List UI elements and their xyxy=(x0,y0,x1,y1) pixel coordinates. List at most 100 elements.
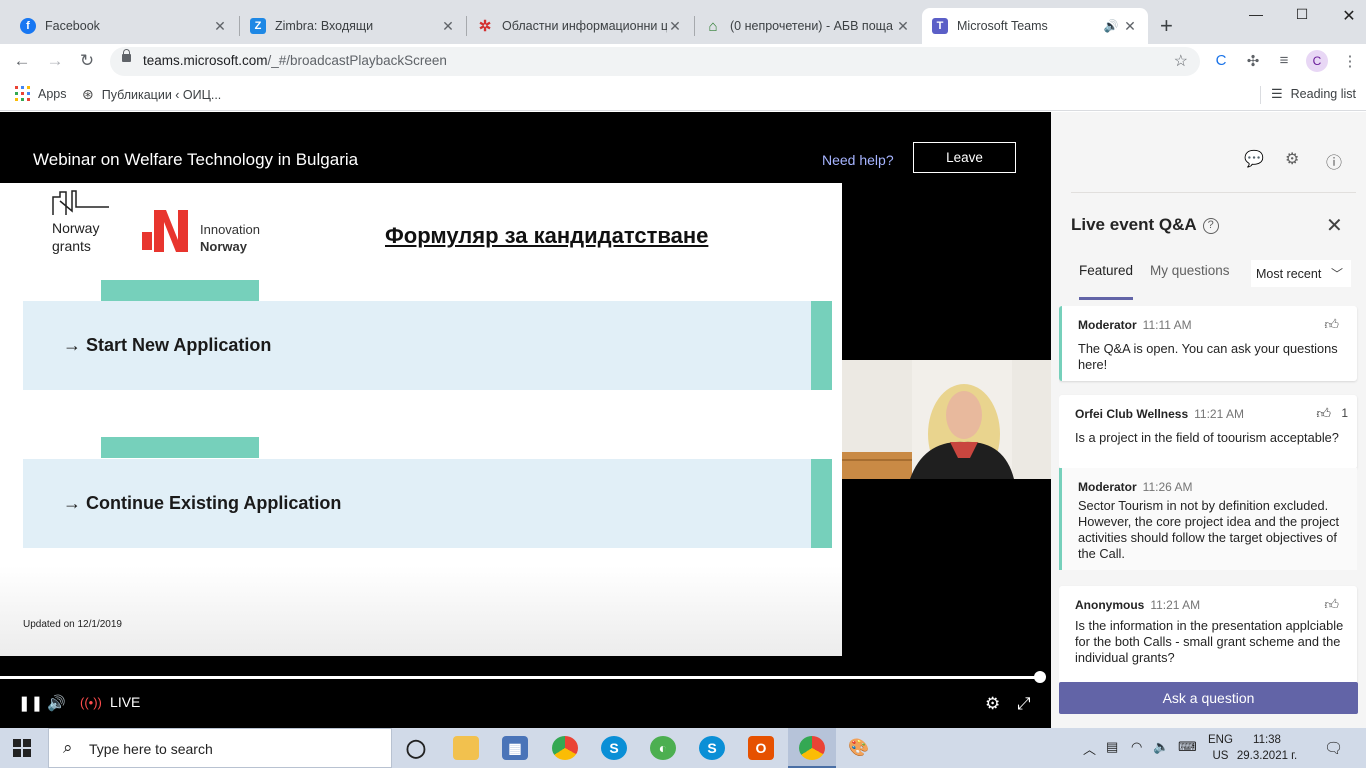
qa-text: Is the information in the presentation a… xyxy=(1075,618,1344,665)
qa-help-icon[interactable]: ? xyxy=(1202,218,1219,234)
slide-heading: Формуляр за кандидатстване xyxy=(385,223,709,248)
tab-strip: f Facebook ✕ Z Zimbra: Входящи ✕ ✲ Облас… xyxy=(0,0,1366,44)
skype-business-icon[interactable]: S xyxy=(699,736,725,760)
windows-start-icon[interactable] xyxy=(13,739,31,757)
back-button[interactable]: ← xyxy=(12,51,32,71)
bookmark-apps[interactable]: Apps xyxy=(15,86,67,101)
system-clock[interactable]: 11:38 29.3.2021 г. xyxy=(1236,732,1298,764)
tab-microsoft-teams[interactable]: T Microsoft Teams 🔊 ✕ xyxy=(922,8,1148,44)
forward-button[interactable]: → xyxy=(45,51,65,71)
fullscreen-icon[interactable]: ⤢ xyxy=(1017,694,1031,714)
close-icon[interactable]: ✕ xyxy=(895,18,911,35)
norway-grants-logo-icon xyxy=(52,190,109,215)
live-broadcast-icon: ((•)) xyxy=(80,695,102,710)
window-close-button[interactable]: ✕ xyxy=(1334,6,1364,26)
live-indicator: ((•)) LIVE xyxy=(80,694,141,710)
qa-list[interactable]: Moderator 11:11 AM 👍︎ The Q&A is open. Yo… xyxy=(1059,306,1359,682)
tab-facebook[interactable]: f Facebook ✕ xyxy=(10,8,238,44)
taskbar-search-box[interactable]: ⌕ Type here to search xyxy=(48,728,392,768)
start-new-application-label: → Start New Application xyxy=(63,335,272,355)
close-icon[interactable]: ✕ xyxy=(212,18,228,35)
facebook-icon: f xyxy=(20,18,36,34)
paint-icon[interactable]: 🎨 xyxy=(846,736,872,760)
file-explorer-icon[interactable] xyxy=(453,736,479,760)
tab-oic[interactable]: ✲ Областни информационни ц ✕ xyxy=(467,8,693,44)
tab-title: (0 непрочетени) - АБВ поща xyxy=(730,19,893,33)
keyboard-icon[interactable]: ⌨ xyxy=(1178,739,1197,755)
option-tab-decoration xyxy=(101,437,259,458)
tab-abv-mail[interactable]: ⌂ (0 непрочетени) - АБВ поща ✕ xyxy=(695,8,921,44)
volume-button[interactable]: 🔊 xyxy=(47,694,66,712)
chevron-down-icon: ﹀ xyxy=(1330,267,1343,281)
bookmark-star-icon[interactable]: ☆ xyxy=(1174,51,1188,71)
chrome-icon[interactable] xyxy=(552,736,578,760)
live-event-stage: Webinar on Welfare Technology in Bulgari… xyxy=(0,112,1051,728)
like-icon-filled[interactable]: 👍︎ xyxy=(1316,405,1331,422)
sort-dropdown[interactable]: Most recent ﹀ xyxy=(1251,260,1351,287)
info-icon[interactable]: ⓘ xyxy=(1326,149,1342,173)
innovation-norway-text: Innovation Norway xyxy=(200,222,260,254)
qa-card: Moderator 11:11 AM 👍︎ The Q&A is open. Yo… xyxy=(1059,306,1357,381)
tray-app-icon[interactable]: ▤ xyxy=(1106,739,1118,755)
menu-kebab-icon[interactable]: ⋮ xyxy=(1340,52,1360,70)
tab-zimbra[interactable]: Z Zimbra: Входящи ✕ xyxy=(240,8,466,44)
like-icon[interactable]: 👍︎ xyxy=(1324,596,1339,613)
task-view-icon[interactable]: ◯ xyxy=(403,736,429,760)
leave-button[interactable]: Leave xyxy=(913,142,1016,173)
playback-progress-bar[interactable] xyxy=(0,676,1040,679)
edge-icon[interactable]: ◐ xyxy=(650,736,676,760)
event-title: Webinar on Welfare Technology in Bulgari… xyxy=(33,150,359,169)
qa-title: Live event Q&A? xyxy=(1071,215,1219,235)
close-icon[interactable]: ✕ xyxy=(667,18,683,35)
ask-question-button[interactable]: Ask a question xyxy=(1059,682,1358,714)
search-icon: ⌕ xyxy=(63,738,73,757)
playback-scrubber-handle[interactable] xyxy=(1034,671,1046,683)
option-tab-decoration xyxy=(101,280,259,301)
like-icon[interactable]: 👍︎ xyxy=(1324,316,1339,333)
reload-button[interactable]: ↻ xyxy=(77,51,97,71)
settings-icon[interactable]: ⚙ xyxy=(1285,149,1299,169)
notification-icon[interactable]: 🗨 xyxy=(1324,739,1343,757)
tab-title: Областни информационни ц xyxy=(502,19,667,33)
bookmark-label: Публикации ‹ ОИЦ... xyxy=(101,87,222,102)
close-icon[interactable]: ✕ xyxy=(440,18,456,35)
help-chat-icon[interactable]: 💬 xyxy=(1244,149,1264,169)
tab-my-questions[interactable]: My questions xyxy=(1150,263,1230,278)
bookmark-label: Reading list xyxy=(1290,87,1356,101)
skype-icon[interactable]: S xyxy=(601,736,627,760)
tab-featured[interactable]: Featured xyxy=(1079,263,1133,278)
minimize-button[interactable]: — xyxy=(1241,6,1271,22)
reading-list-button[interactable]: ☰ Reading list xyxy=(1271,86,1356,102)
language-indicator[interactable]: ENG US xyxy=(1208,732,1233,764)
extension-c-icon[interactable]: C xyxy=(1211,52,1231,69)
qa-author: Orfei Club Wellness 11:21 AM xyxy=(1075,407,1244,421)
bookmark-label: Apps xyxy=(38,86,67,101)
extensions-puzzle-icon[interactable]: ✣ xyxy=(1243,52,1263,70)
close-icon[interactable]: ✕ xyxy=(1122,18,1138,35)
speaker-icon[interactable]: 🔊 xyxy=(1100,19,1122,33)
need-help-link[interactable]: Need help? xyxy=(822,152,894,168)
tray-chevron-icon[interactable]: ︿ xyxy=(1083,739,1096,758)
innovation-norway-logo-icon xyxy=(142,210,188,252)
address-bar[interactable]: teams.microsoft.com/_#/broadcastPlayback… xyxy=(110,47,1200,76)
settings-gear-icon[interactable]: ⚙ xyxy=(985,694,1000,714)
new-tab-button[interactable]: + xyxy=(1160,13,1173,39)
pause-button[interactable]: ❚❚ xyxy=(18,694,43,712)
chrome-profile-icon[interactable] xyxy=(799,736,825,760)
media-control-icon[interactable]: ≡ xyxy=(1274,52,1294,69)
qa-close-icon[interactable]: ✕ xyxy=(1326,213,1343,238)
bookmark-publications[interactable]: ⊛ Публикации ‹ ОИЦ... xyxy=(82,86,221,103)
network-icon[interactable]: ◠ xyxy=(1131,739,1142,755)
tab-title: Facebook xyxy=(45,19,100,33)
bookmarks-bar: Apps ⊛ Публикации ‹ ОИЦ... ☰ Reading lis… xyxy=(0,79,1366,111)
wordpress-icon: ⊛ xyxy=(82,86,94,102)
maximize-button[interactable]: ☐ xyxy=(1287,6,1317,23)
browser-toolbar: ← → ↻ teams.microsoft.com/_#/broadcastPl… xyxy=(0,44,1366,79)
qa-author: Moderator 11:11 AM xyxy=(1078,318,1192,332)
outlook-icon[interactable]: O xyxy=(748,736,774,760)
store-icon[interactable]: ▦ xyxy=(502,736,528,760)
volume-icon[interactable]: 🔈 xyxy=(1153,739,1169,755)
option-accent-bar xyxy=(811,459,832,548)
profile-avatar[interactable]: C xyxy=(1306,50,1328,72)
presenter-video-image xyxy=(842,360,1051,479)
